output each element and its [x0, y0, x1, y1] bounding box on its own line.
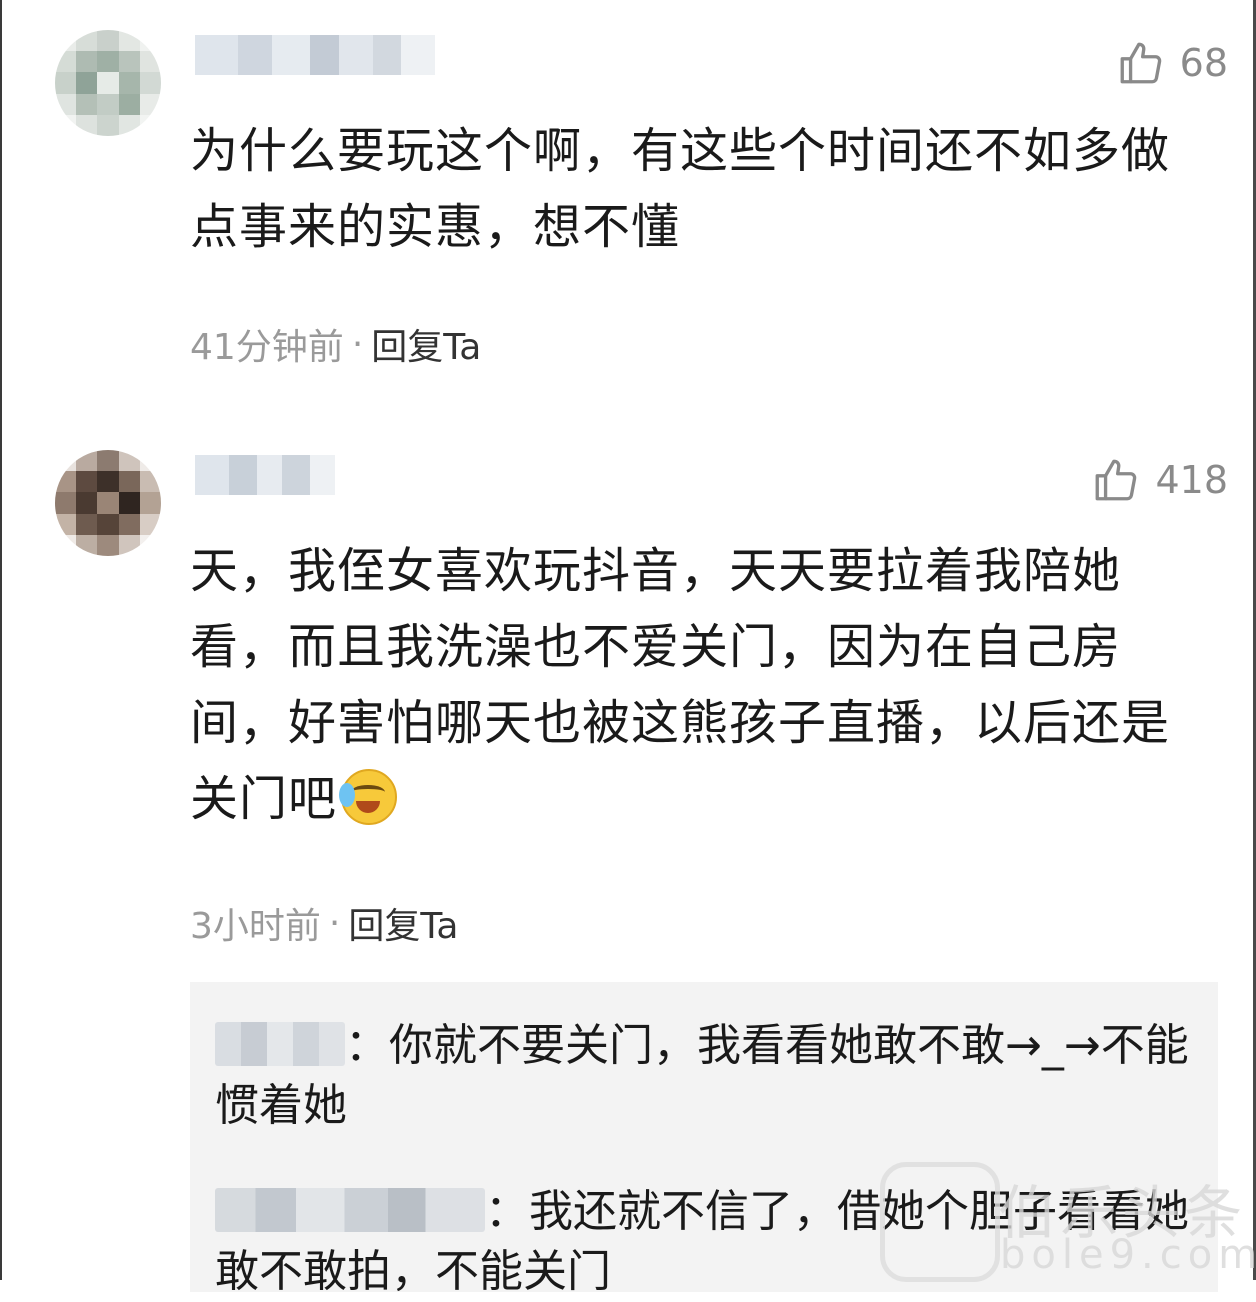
comment-time: 41分钟前 — [190, 327, 344, 368]
crying-laughing-emoji-icon — [339, 769, 398, 825]
comment-time: 3小时前 — [190, 906, 321, 947]
reply-button[interactable]: 回复Ta — [348, 897, 458, 949]
thumbs-up-icon — [1096, 459, 1137, 501]
username-blurred[interactable] — [195, 455, 335, 495]
reply-username-blurred[interactable] — [215, 1022, 345, 1066]
comment-meta: 41分钟前 · 回复Ta — [190, 318, 481, 370]
frame-edge-left — [0, 0, 2, 1280]
comment-text: 为什么要玩这个啊，有这些个时间还不如多做点事来的实惠，想不懂 — [190, 123, 1171, 255]
reply-text: ：你就不要关门，我看看她敢不敢→_→不能惯着她 — [215, 1020, 1189, 1131]
comment-meta: 3小时前 · 回复Ta — [190, 897, 458, 949]
like-counter[interactable]: 68 — [1116, 38, 1228, 88]
separator-dot: · — [328, 902, 341, 944]
username-blurred[interactable] — [195, 35, 435, 75]
separator-dot: · — [351, 323, 364, 365]
reply-username-blurred[interactable] — [215, 1188, 485, 1232]
comment-body: 天，我侄女喜欢玩抖音，天天要拉着我陪她看，而且我洗澡也不爱关门，因为在自己房间，… — [190, 543, 1171, 827]
like-counter[interactable]: 418 — [1091, 455, 1228, 505]
avatar[interactable] — [55, 30, 161, 136]
thumbs-up-icon — [1120, 42, 1161, 84]
reply-item[interactable]: ：你就不要关门，我看看她敢不敢→_→不能惯着她 — [215, 1016, 1205, 1136]
reply-item[interactable]: ：我还就不信了，借她个胆子看看她敢不敢拍，不能关门 — [215, 1182, 1205, 1302]
comment-text: 天，我侄女喜欢玩抖音，天天要拉着我陪她看，而且我洗澡也不爱关门，因为在自己房间，… — [190, 533, 1200, 837]
reply-button[interactable]: 回复Ta — [371, 318, 481, 370]
like-count: 68 — [1179, 41, 1228, 85]
avatar[interactable] — [55, 450, 161, 556]
like-count: 418 — [1155, 458, 1228, 502]
